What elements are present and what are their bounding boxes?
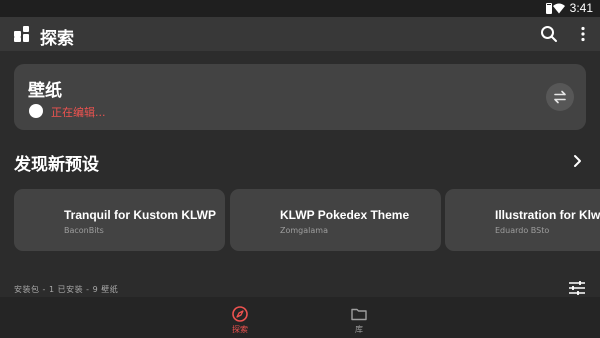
preset-carousel[interactable]: Tranquil for Kustom KLWP BaconBits KLWP … <box>0 189 600 251</box>
nav-item-explore[interactable]: 探索 <box>205 297 275 338</box>
swap-icon <box>554 90 566 104</box>
battery-icon <box>546 3 552 14</box>
app-bar: 探索 <box>0 17 600 51</box>
search-icon[interactable] <box>540 25 558 43</box>
status-bar: 3:41 <box>0 0 600 17</box>
wallpaper-thumbnail <box>29 104 43 118</box>
nav-item-library[interactable]: 库 <box>324 297 394 338</box>
install-summary: 安装包 - 1 已安装 - 9 壁纸 <box>14 285 119 294</box>
preset-name: KLWP Pokedex Theme <box>280 208 410 222</box>
switch-button[interactable] <box>546 83 574 111</box>
preset-name: Illustration for Klwp <box>495 208 600 222</box>
page-title: 探索 <box>40 29 74 49</box>
wifi-icon <box>553 3 565 14</box>
bottom-navigation: 探索 库 <box>0 297 600 338</box>
preset-name: Tranquil for Kustom KLWP <box>64 208 216 222</box>
status-time: 3:41 <box>569 1 593 15</box>
nav-label-library: 库 <box>355 325 363 334</box>
preset-card[interactable]: Illustration for Klwp Eduardo BSto <box>445 189 600 251</box>
preset-author: Zomgalama <box>280 226 328 235</box>
more-options-icon[interactable] <box>574 25 592 43</box>
wallpaper-title: 壁纸 <box>28 81 62 101</box>
preset-author: Eduardo BSto <box>495 226 550 235</box>
chevron-right-icon[interactable] <box>568 152 586 170</box>
section-title: 发现新预设 <box>14 155 99 175</box>
nav-label-explore: 探索 <box>232 325 248 334</box>
wallpaper-card[interactable]: 壁纸 正在编辑... <box>14 64 586 130</box>
filter-settings-icon[interactable] <box>567 278 587 298</box>
editing-status: 正在编辑... <box>51 106 106 119</box>
folder-icon <box>351 308 367 321</box>
preset-author: BaconBits <box>64 226 104 235</box>
preset-card[interactable]: KLWP Pokedex Theme Zomgalama <box>230 189 441 251</box>
preset-card[interactable]: Tranquil for Kustom KLWP BaconBits <box>14 189 225 251</box>
compass-icon <box>232 306 248 322</box>
app-logo-icon <box>14 26 29 42</box>
